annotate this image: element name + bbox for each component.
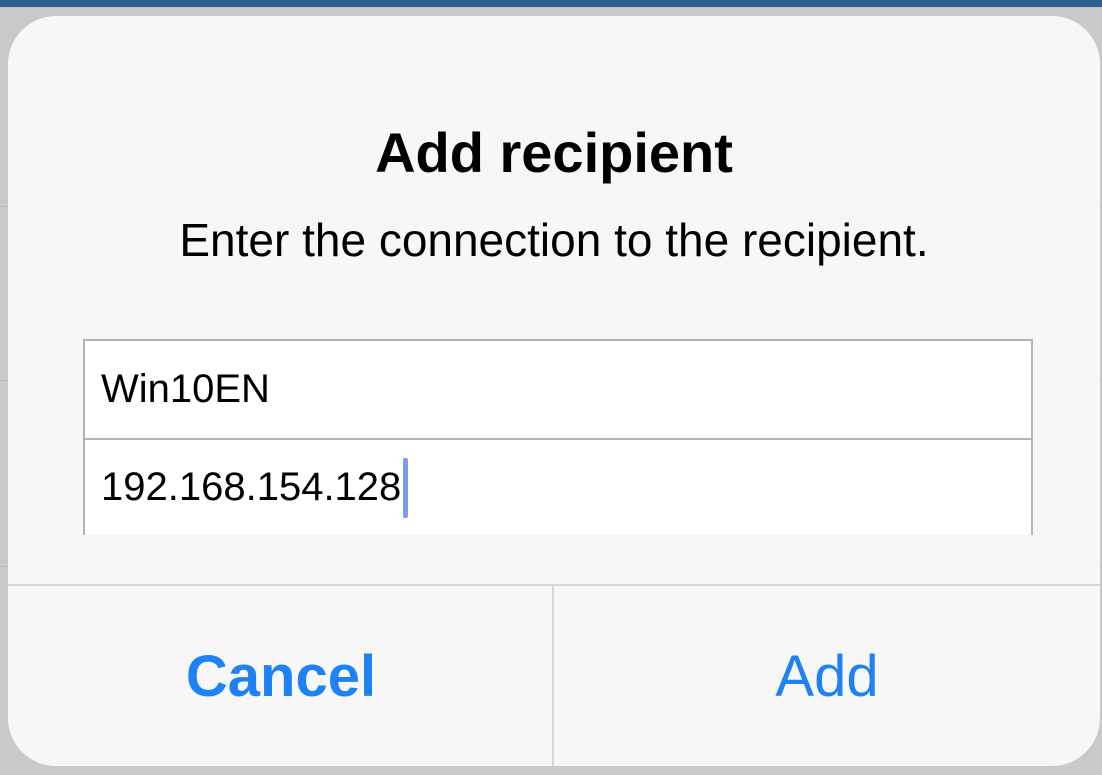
window-top-bar bbox=[0, 0, 1102, 7]
recipient-address-value: 192.168.154.128 bbox=[101, 465, 402, 509]
add-recipient-dialog: Add recipient Enter the connection to th… bbox=[8, 16, 1100, 766]
dialog-button-bar: Cancel Add bbox=[8, 584, 1100, 766]
cancel-button[interactable]: Cancel bbox=[8, 586, 554, 766]
recipient-name-value: Win10EN bbox=[101, 367, 270, 411]
dialog-title: Add recipient bbox=[375, 121, 733, 184]
add-button[interactable]: Add bbox=[552, 586, 1100, 766]
dialog-message: Enter the connection to the recipient. bbox=[179, 214, 929, 266]
recipient-address-field[interactable]: 192.168.154.128 bbox=[85, 438, 1031, 535]
input-group: Win10EN 192.168.154.128 bbox=[83, 339, 1033, 535]
recipient-name-field[interactable]: Win10EN bbox=[85, 341, 1031, 438]
text-cursor bbox=[403, 457, 409, 518]
